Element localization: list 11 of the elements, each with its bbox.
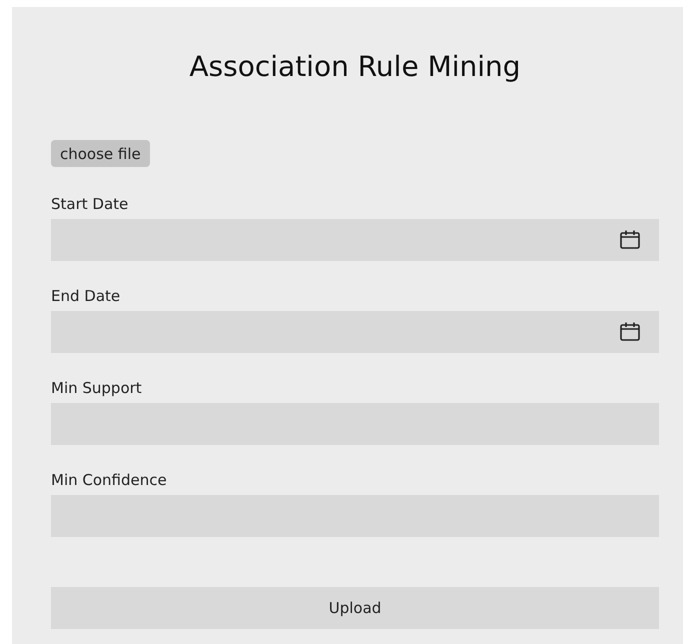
field-label: Start Date [51, 195, 130, 213]
date-field[interactable] [51, 219, 659, 261]
calendar-icon[interactable] [619, 229, 641, 251]
choose-file-button[interactable]: choose file [51, 140, 150, 167]
calendar-icon[interactable] [619, 321, 641, 343]
date-field[interactable] [51, 311, 659, 353]
field-label: Min Confidence [51, 471, 168, 489]
upload-button[interactable]: Upload [51, 587, 659, 629]
field-label: End Date [51, 287, 122, 305]
field-label: Min Support [51, 379, 143, 397]
page-title: Association Rule Mining [188, 51, 522, 83]
